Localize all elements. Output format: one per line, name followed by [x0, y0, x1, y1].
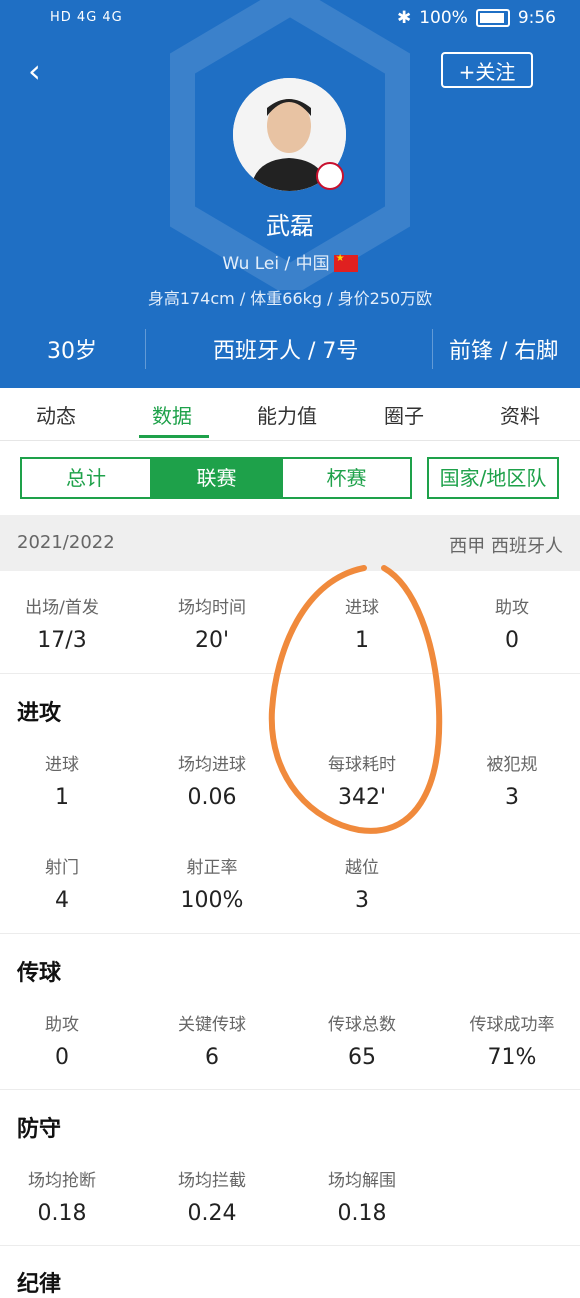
stat-fouled: 被犯规 3: [486, 755, 538, 810]
player-facts: 30岁 西班牙人 / 7号 前锋 / 右脚: [0, 325, 580, 371]
tab-feed[interactable]: 动态: [36, 400, 76, 429]
section-title-passing: 传球: [17, 961, 62, 986]
china-flag-icon: [333, 253, 358, 272]
section-title-defense: 防守: [17, 1117, 62, 1142]
divider: [0, 673, 580, 674]
stat-goals-per-game: 场均进球 0.06: [178, 755, 246, 810]
season-bar: 2021/2022 西甲 西班牙人: [0, 515, 580, 571]
divider: [0, 933, 580, 934]
segment-total[interactable]: 总计: [20, 457, 152, 499]
club-crest-icon: [316, 162, 344, 190]
signal-indicator: HD 4G 4G: [50, 10, 123, 25]
stat-appearances: 出场/首发 17/3: [25, 598, 99, 653]
tab-bar: 动态 数据 能力值 圈子 资料: [0, 388, 580, 441]
stat-minutes-per-goal: 每球耗时 342': [328, 755, 396, 810]
segment-cup[interactable]: 杯赛: [281, 457, 412, 499]
divider: [0, 1245, 580, 1246]
stat-shots: 射门 4: [45, 858, 79, 913]
stat-interceptions: 场均拦截 0.24: [178, 1171, 246, 1226]
battery-icon: [475, 9, 510, 27]
season-year: 2021/2022: [17, 532, 115, 553]
player-header: HD 4G 4G ✱ 100% 9:56 ‹ +关注 武磊 Wu Lei / 中…: [0, 0, 580, 388]
bluetooth-icon: ✱: [396, 8, 412, 28]
follow-button[interactable]: +关注: [441, 52, 533, 88]
player-name: 武磊: [266, 212, 314, 240]
stat-avg-minutes: 场均时间 20': [178, 598, 246, 653]
player-age: 30岁: [47, 339, 97, 364]
stat-shot-accuracy: 射正率 100%: [180, 858, 244, 913]
segment-league[interactable]: 联赛: [150, 457, 283, 499]
back-arrow-icon[interactable]: ‹: [28, 55, 56, 87]
stat-tackles: 场均抢断 0.18: [28, 1171, 96, 1226]
stat-assists: 助攻 0: [495, 598, 529, 653]
tab-circle[interactable]: 圈子: [384, 400, 424, 429]
player-position-foot: 前锋 / 右脚: [449, 339, 559, 364]
battery-percent: 100%: [419, 8, 468, 28]
season-league: 西甲 西班牙人: [449, 536, 563, 557]
stat-key-passes: 关键传球 6: [178, 1015, 246, 1070]
stat-total-passes: 传球总数 65: [328, 1015, 396, 1070]
stat-attack-goals: 进球 1: [45, 755, 79, 810]
clock: 9:56: [517, 8, 556, 28]
tab-profile[interactable]: 资料: [500, 400, 540, 429]
active-tab-indicator: [139, 435, 209, 438]
player-nationality: Wu Lei / 中国: [0, 249, 580, 274]
section-title-discipline: 纪律: [17, 1272, 62, 1297]
stat-clearances: 场均解围 0.18: [328, 1171, 396, 1226]
divider: [0, 1089, 580, 1090]
tab-data[interactable]: 数据: [152, 400, 192, 429]
stat-pass-assists: 助攻 0: [45, 1015, 79, 1070]
divider: [145, 329, 146, 369]
section-title-attack: 进攻: [17, 701, 62, 726]
stat-goals: 进球 1: [345, 598, 379, 653]
player-physical: 身高174cm / 体重66kg / 身价250万欧: [147, 289, 433, 308]
stat-offsides: 越位 3: [345, 858, 379, 913]
status-bar: HD 4G 4G ✱ 100% 9:56: [0, 0, 580, 40]
player-club-number: 西班牙人 / 7号: [213, 339, 359, 364]
tab-ability[interactable]: 能力值: [257, 400, 317, 429]
stat-pass-accuracy: 传球成功率 71%: [469, 1015, 555, 1070]
divider: [432, 329, 433, 369]
segment-national-team[interactable]: 国家/地区队: [427, 457, 559, 499]
